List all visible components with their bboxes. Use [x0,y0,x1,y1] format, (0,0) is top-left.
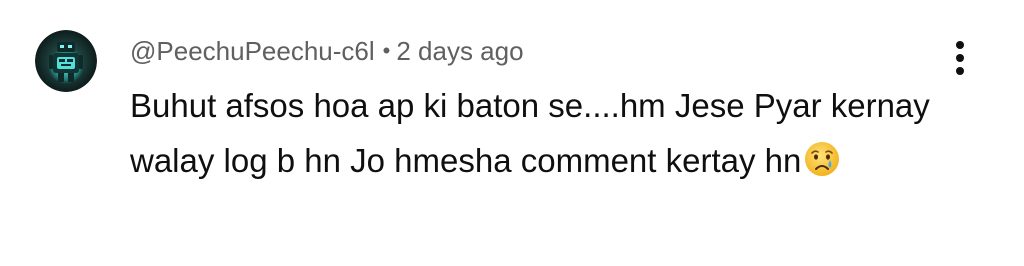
robot-avatar-icon [35,30,97,92]
comment-menu-button[interactable] [940,36,980,80]
crying-face-icon [803,139,841,177]
comment-body: Buhut afsos hoa ap ki baton se....hm Jes… [130,78,960,188]
comment-header: @PeechuPeechu-c6l • 2 days ago [130,33,524,69]
meta-separator: • [382,38,391,63]
comment-timestamp[interactable]: 2 days ago [396,36,523,67]
author-name[interactable]: @PeechuPeechu-c6l [130,36,375,67]
author-avatar[interactable] [35,30,97,92]
comment-item: @PeechuPeechu-c6l • 2 days ago Buhut afs… [0,0,1024,266]
more-vert-icon [956,41,964,75]
